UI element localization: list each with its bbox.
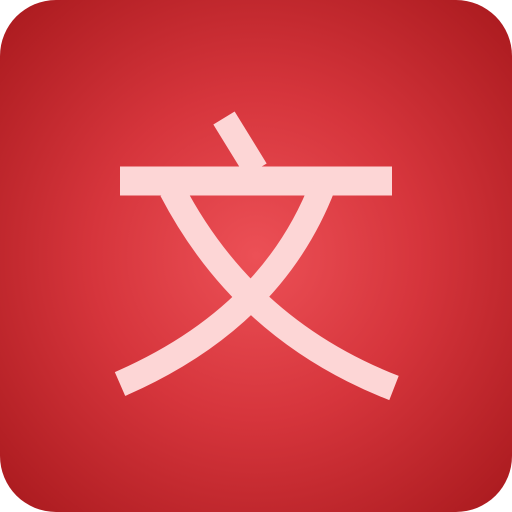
wen-character-icon <box>114 111 399 401</box>
glyph-dot-stroke <box>213 111 267 177</box>
glyph-right-falling-stroke <box>160 183 399 401</box>
app-icon[interactable]: 文 <box>0 0 512 512</box>
